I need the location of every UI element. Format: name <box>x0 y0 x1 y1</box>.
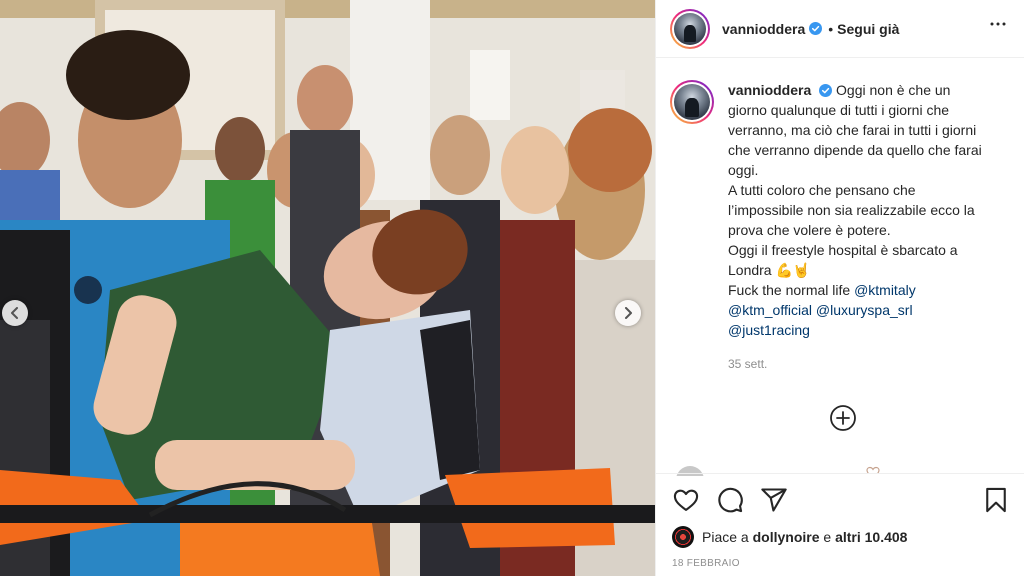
mention-link[interactable]: @just1racing <box>728 322 810 338</box>
actions-divider <box>656 473 1024 474</box>
chevron-left-icon <box>11 307 18 319</box>
caption-avatar[interactable] <box>670 80 714 124</box>
likes-prefix: Piace a <box>702 529 749 545</box>
bookmark-icon <box>986 487 1006 513</box>
header-separator: • <box>828 20 834 37</box>
caption-line: A tutti coloro che pensano che <box>728 182 916 198</box>
carousel-next-button[interactable] <box>615 300 641 326</box>
post-header: vannioddera • Segui già <box>656 0 1024 58</box>
header-avatar[interactable] <box>670 8 710 49</box>
mention-link[interactable]: @luxuryspa_srl <box>816 302 913 318</box>
post-actions <box>656 486 1024 514</box>
chevron-right-icon <box>625 307 632 319</box>
caption-line: Londra 💪🤘 <box>728 262 811 278</box>
carousel-prev-button[interactable] <box>2 300 28 326</box>
caption-line: Oggi il freestyle hospital è sbarcato a <box>728 242 958 258</box>
following-button[interactable]: Segui già <box>837 21 899 37</box>
post-caption: vannioddera Oggi non è che un giorno qua… <box>670 80 1010 374</box>
caption-username[interactable]: vannioddera <box>728 82 811 98</box>
verified-badge-icon <box>819 84 833 97</box>
post-time-ago[interactable]: 35 sett. <box>728 354 1008 374</box>
comment-button[interactable] <box>716 486 744 514</box>
likes-summary: Piace a dollynoire e altri 10.408 <box>672 526 907 548</box>
more-options-icon <box>990 22 1006 26</box>
likes-middle: e <box>823 529 832 545</box>
caption-line: giorno qualunque di tutti i giorni che <box>728 102 950 118</box>
caption-line: che verranno dipende da quello che farai <box>728 142 982 158</box>
likes-count[interactable]: altri 10.408 <box>835 529 907 545</box>
post-side-panel: vannioddera • Segui già vannioddera Oggi… <box>656 0 1024 576</box>
like-button[interactable] <box>672 486 700 514</box>
plus-circle-icon <box>830 405 856 431</box>
caption-line: Oggi non è che un <box>836 82 951 98</box>
save-button[interactable] <box>982 486 1010 514</box>
caption-text: vannioddera Oggi non è che un giorno qua… <box>728 80 1008 374</box>
share-icon <box>761 488 787 512</box>
caption-line: l’impossibile non sia realizzabile ecco … <box>728 202 975 218</box>
more-options-button[interactable] <box>986 12 1010 36</box>
mention-link[interactable]: @ktm_official <box>728 302 812 318</box>
comment-icon <box>718 487 743 513</box>
heart-icon <box>673 489 699 511</box>
liker-username[interactable]: dollynoire <box>753 529 820 545</box>
caption-line: verranno, ma ciò che farai in tutti i gi… <box>728 122 977 138</box>
caption-line: Fuck the normal life <box>728 282 851 298</box>
mention-link[interactable]: @ktmitaly <box>854 282 916 298</box>
caption-line: prova che volere è potere. <box>728 222 891 238</box>
share-button[interactable] <box>760 486 788 514</box>
comment-avatar <box>676 466 704 476</box>
load-more-comments-button[interactable] <box>829 404 857 432</box>
caption-line: oggi. <box>728 162 759 178</box>
header-username[interactable]: vannioddera <box>722 21 805 37</box>
post-photo[interactable] <box>0 0 655 576</box>
post-date[interactable]: 18 FEBBRAIO <box>672 558 740 569</box>
verified-badge-icon <box>809 22 823 35</box>
post-photo-illustration <box>0 0 655 576</box>
liker-avatar[interactable] <box>672 526 694 548</box>
